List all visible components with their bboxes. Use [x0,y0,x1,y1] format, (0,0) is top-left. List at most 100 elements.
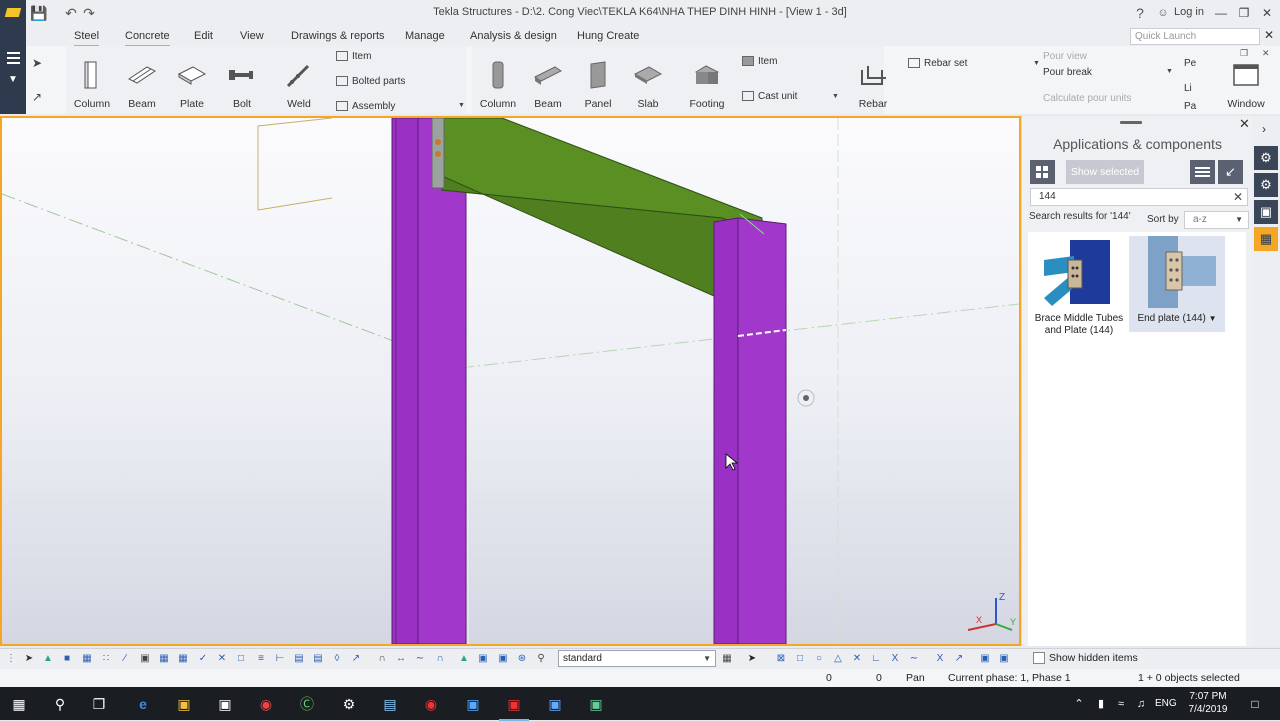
tray-chevron-icon[interactable]: ⌃ [1068,693,1090,715]
applications-components-icon[interactable]: ▦ [1254,227,1278,251]
status-phase[interactable]: Current phase: 1, Phase 1 [948,672,1071,684]
store-icon[interactable]: ▣ [214,693,236,715]
fit-work-area-icon[interactable]: ▣ [997,652,1011,666]
steel-beam-button[interactable]: Beam [117,60,167,110]
snap-icon[interactable]: ↗ [32,90,42,104]
list-view-button[interactable] [1190,160,1215,184]
select-planes-icon[interactable]: ◊ [330,652,344,666]
snap-free-icon[interactable]: ▲ [457,652,471,666]
tab-analysis-design[interactable]: Analysis & design [470,30,557,42]
search-icon[interactable]: ⚲ [49,693,71,715]
tab-drawings-reports[interactable]: Drawings & reports [291,30,385,42]
pour-break-button[interactable]: Pour break [1043,67,1092,78]
assembly-button[interactable]: Assembly [336,101,395,112]
select-views-icon[interactable]: ▣ [138,652,152,666]
concrete-column-button[interactable]: Column [473,60,523,110]
select-arrow-icon[interactable]: ➤ [32,56,42,70]
file-menu-strip[interactable]: ▼ [0,26,26,114]
restore-button[interactable]: ❐ [1233,4,1255,22]
select-distances-icon[interactable]: ↗ [349,652,363,666]
properties-icon[interactable]: ⚙ [1254,146,1278,170]
select-mode-icon[interactable]: ➤ [745,652,759,666]
partial-button-pe[interactable]: Pe [1184,58,1196,69]
window-restore-icon[interactable]: ❐ [1240,48,1248,59]
select-surface-icon[interactable]: ▤ [311,652,325,666]
chevron-down-icon[interactable]: ▼ [1209,314,1217,323]
model-object-icon[interactable]: ▣ [1254,200,1278,224]
windows-start-icon[interactable]: ▦ [8,693,30,715]
steel-item-button[interactable]: Item [336,51,371,62]
language-indicator[interactable]: ENG [1155,698,1177,709]
snap-square-icon[interactable]: □ [793,652,807,666]
file-explorer-icon[interactable]: ▣ [173,693,195,715]
tab-hung-create[interactable]: Hung Create [577,30,639,42]
select-icon[interactable]: ➤ [22,652,36,666]
snap-perpendicular-icon[interactable]: ⊛ [515,652,529,666]
tab-edit[interactable]: Edit [194,30,213,42]
zalo-icon[interactable]: ▣ [462,693,484,715]
snap-box-icon[interactable]: ⊠ [774,652,788,666]
select-lines-icon[interactable]: ∕ [118,652,132,666]
steel-plate-button[interactable]: Plate [167,60,217,110]
model-view-3d[interactable]: Z Y X [0,116,1021,646]
volume-icon[interactable]: ♫ [1130,693,1152,715]
collapse-button[interactable]: ↙ [1218,160,1243,184]
show-selected-button[interactable]: Show selected [1066,160,1144,184]
notepad-icon[interactable]: ▤ [379,693,401,715]
snap-circle-icon[interactable]: ○ [812,652,826,666]
show-hidden-items-checkbox[interactable]: Show hidden items [1033,652,1138,665]
concrete-panel-button[interactable]: Panel [573,60,623,110]
chrome-icon[interactable]: ◉ [255,693,277,715]
select-reinforcement-icon[interactable]: ▤ [292,652,306,666]
tab-view[interactable]: View [240,30,264,42]
snap-angle-icon[interactable]: ∟ [869,652,883,666]
snap-nearest-icon[interactable]: Χ [933,652,947,666]
concrete-item-button[interactable]: Item [742,56,777,67]
battery-icon[interactable]: ▮ [1090,693,1112,715]
chevron-down-icon[interactable]: ▼ [832,93,839,100]
snap-mid-icon[interactable]: ∼ [413,652,427,666]
notifications-icon[interactable]: □ [1244,693,1266,715]
select-grid-lines-icon[interactable]: ▦ [176,652,190,666]
select-drawing-icon[interactable]: □ [234,652,248,666]
login-link[interactable]: Log in [1174,6,1204,18]
view-filter-select[interactable]: standard ▼ [558,650,716,667]
select-welds-icon[interactable]: ✓ [196,652,210,666]
bolted-parts-button[interactable]: Bolted parts [336,76,405,87]
select-points-icon[interactable]: ∷ [99,652,113,666]
snap-tangent-icon[interactable]: ∼ [907,652,921,666]
tab-steel[interactable]: Steel [74,30,100,47]
chevron-down-icon[interactable]: ▼ [458,102,465,109]
result-card-selected[interactable]: End plate (144) ▼ [1129,236,1225,332]
close-icon[interactable]: ✕ [1262,28,1276,44]
task-view-icon[interactable]: ❐ [88,693,110,715]
snap-extension-icon[interactable]: ↗ [952,652,966,666]
snap-intersection-icon[interactable]: Χ [888,652,902,666]
window-close-icon[interactable]: ✕ [1262,48,1270,59]
window-button[interactable]: Window [1221,60,1271,110]
chevron-down-icon[interactable]: ▼ [1033,60,1040,67]
chevron-right-icon[interactable]: › [1262,122,1266,136]
snap-end-icon[interactable]: ↔ [394,652,408,666]
sort-select[interactable]: a-z ▼ [1184,211,1249,229]
app-window-icon[interactable]: ▣ [544,693,566,715]
close-icon[interactable]: ✕ [1239,116,1253,132]
close-window-button[interactable]: ✕ [1256,4,1278,22]
snap-triangle-icon[interactable]: △ [831,652,845,666]
select-components-icon[interactable]: ▦ [80,652,94,666]
select-grid-icon[interactable]: ▦ [157,652,171,666]
result-card[interactable]: Brace Middle Tubes and Plate (144) [1030,236,1128,336]
select-parts-icon[interactable]: ▲ [41,652,55,666]
utorrent-icon[interactable]: Ⓒ [296,693,318,715]
tekla-taskbar-icon[interactable]: ▣ [499,693,529,721]
panel-drag-handle[interactable] [1120,121,1142,124]
app-window-2-icon[interactable]: ▣ [585,693,607,715]
model-canvas[interactable]: Z Y X [2,118,1019,644]
help-button[interactable]: ? [1131,4,1149,22]
snap-grid-icon[interactable]: ▣ [476,652,490,666]
tab-concrete[interactable]: Concrete [125,30,170,47]
zoom-icon[interactable]: ⚲ [534,652,548,666]
grid-view-button[interactable] [1030,160,1055,184]
snap-reference-icon[interactable]: ∩ [375,652,389,666]
settings-icon[interactable]: ⚙ [1254,173,1278,197]
